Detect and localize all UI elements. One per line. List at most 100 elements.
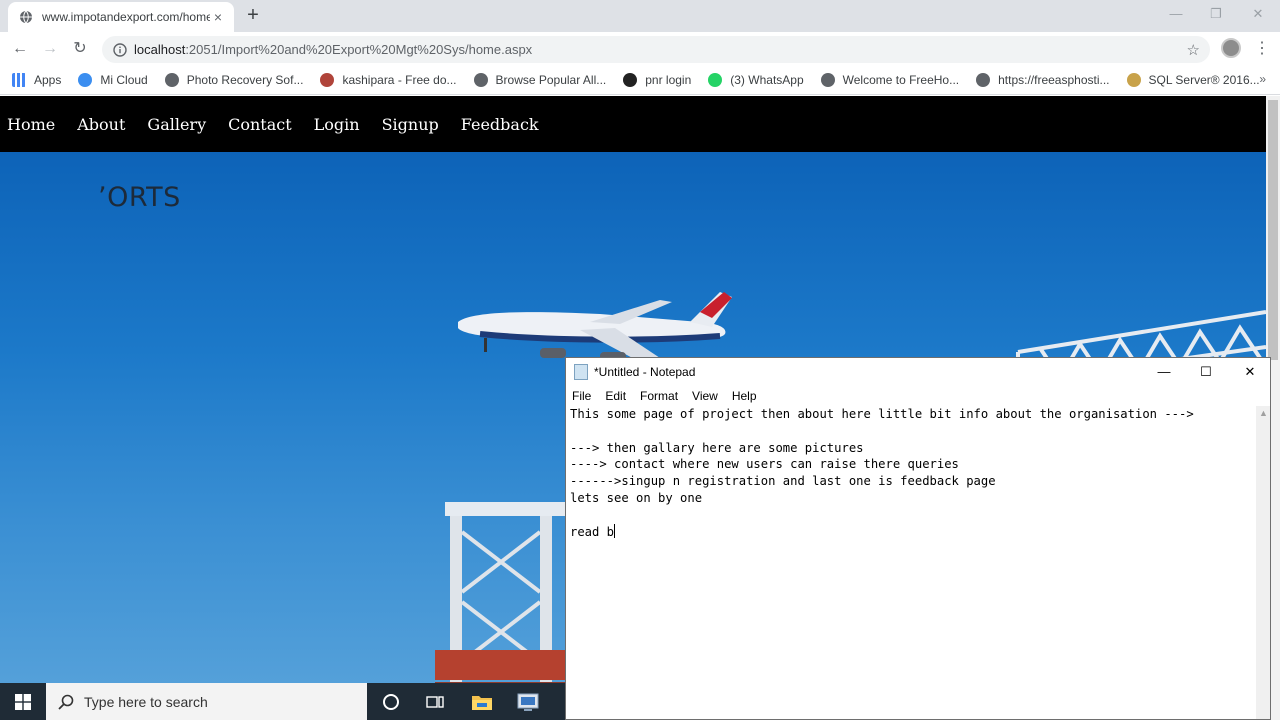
taskbar-search-box[interactable]: Type here to search (46, 683, 367, 720)
globe-icon (473, 73, 488, 87)
bookmark-item[interactable]: Mi Cloud (78, 73, 148, 87)
tab-strip: www.impotandexport.com/home × + — ❐ ✕ (0, 0, 1280, 32)
start-button[interactable] (0, 683, 45, 720)
whatsapp-icon (708, 73, 723, 87)
notepad-text-line: lets see on by one (570, 490, 1256, 507)
bookmark-item[interactable]: Welcome to FreeHo... (820, 73, 960, 87)
tab-title: www.impotandexport.com/home (42, 10, 210, 24)
search-icon (58, 694, 74, 710)
pnr-icon (623, 73, 638, 87)
new-tab-button[interactable]: + (243, 4, 263, 28)
notepad-menu-file[interactable]: File (572, 389, 591, 403)
globe-icon (976, 73, 991, 87)
windows-taskbar: Type here to search (0, 683, 565, 720)
globe-icon (164, 73, 179, 87)
url-host: localhost (134, 42, 186, 57)
notepad-title: *Untitled - Notepad (594, 365, 696, 379)
site-nav-contact[interactable]: Contact (228, 115, 292, 134)
windows-logo-icon (14, 693, 31, 710)
notepad-text-area[interactable]: This some page of project then about her… (570, 406, 1256, 719)
page-scrollbar-thumb[interactable] (1268, 100, 1278, 360)
back-button[interactable]: ← (9, 38, 31, 60)
bookmark-star-icon[interactable]: ☆ (1187, 41, 1200, 59)
notepad-menu-help[interactable]: Help (732, 389, 757, 403)
bookmark-item[interactable]: https://freeasphosti... (976, 73, 1110, 87)
text-caret (614, 523, 616, 538)
bookmark-label: Mi Cloud (100, 73, 148, 87)
bookmark-item[interactable]: (3) WhatsApp (708, 73, 804, 87)
notepad-app-icon (574, 364, 588, 380)
notepad-text-line: ---> then gallary here are some pictures (570, 440, 1256, 457)
scroll-up-arrow-icon[interactable]: ▲ (1259, 408, 1268, 418)
cortana-icon[interactable] (368, 683, 413, 720)
close-window-button[interactable]: ✕ (1238, 4, 1278, 24)
address-bar[interactable]: localhost:2051/Import%20and%20Export%20M… (102, 36, 1210, 63)
bookmark-label: https://freeasphosti... (998, 73, 1110, 87)
bookmark-item[interactable]: Photo Recovery Sof... (164, 73, 304, 87)
apps-grid-icon (12, 73, 26, 87)
site-info-icon[interactable] (112, 42, 128, 58)
bookmark-item[interactable]: SQL Server® 2016... (1126, 73, 1260, 87)
notepad-text-line: read b (570, 523, 1256, 541)
bookmark-label: Photo Recovery Sof... (186, 73, 304, 87)
task-view-icon[interactable] (412, 683, 457, 720)
notepad-text-line: This some page of project then about her… (570, 406, 1256, 423)
bookmark-label: Welcome to FreeHo... (842, 73, 960, 87)
notepad-close-button[interactable]: ✕ (1230, 362, 1270, 382)
notepad-line-text: ------>singup n registration and last on… (570, 474, 996, 489)
url-path: :2051/Import%20and%20Export%20Mgt%20Sys/… (185, 42, 533, 57)
bookmark-item[interactable]: Browse Popular All... (473, 73, 607, 87)
site-nav-gallery[interactable]: Gallery (147, 115, 206, 134)
site-nav-about[interactable]: About (77, 115, 125, 134)
browser-tab-active[interactable]: www.impotandexport.com/home × (8, 2, 234, 32)
notepad-line-text: lets see on by one (570, 490, 703, 505)
bookmark-item[interactable]: Apps (12, 73, 61, 87)
site-navbar: Home About Gallery Contact Login Signup Feedba… (0, 96, 1266, 152)
bookmark-label: SQL Server® 2016... (1148, 73, 1260, 87)
notepad-minimize-button[interactable]: — (1144, 362, 1184, 382)
notepad-window[interactable]: *Untitled - Notepad — ☐ ✕ File Edit Format… (565, 357, 1271, 720)
airplane-image (458, 292, 732, 362)
bookmarks-overflow-icon[interactable]: » (1259, 72, 1266, 86)
hero-heading: ʼORTS (98, 182, 181, 213)
file-explorer-icon[interactable] (459, 683, 504, 720)
browser-toolbar: ← → ↻ localhost:2051/Import%20and%20Expo… (0, 32, 1280, 66)
browser-menu-icon[interactable]: ⋮ (1254, 38, 1270, 58)
site-nav-signup[interactable]: Signup (382, 115, 439, 134)
bookmark-label: Apps (34, 73, 62, 87)
bookmark-item[interactable]: kashipara - Free do... (320, 73, 457, 87)
tab-close-icon[interactable]: × (210, 9, 226, 25)
notepad-scrollbar[interactable]: ▲ (1256, 406, 1270, 719)
kashipara-icon (320, 73, 335, 87)
restore-window-button[interactable]: ❐ (1196, 4, 1236, 24)
site-nav-home[interactable]: Home (7, 115, 55, 134)
notepad-titlebar[interactable]: *Untitled - Notepad — ☐ ✕ (566, 358, 1270, 386)
bookmark-item[interactable]: pnr login (623, 73, 691, 87)
notepad-maximize-button[interactable]: ☐ (1186, 362, 1226, 382)
minimize-window-button[interactable]: — (1156, 4, 1196, 24)
notepad-text-line (570, 423, 1256, 440)
reload-button[interactable]: ↻ (69, 38, 91, 60)
notepad-menu-format[interactable]: Format (640, 389, 678, 403)
globe-icon (18, 9, 34, 25)
visual-studio-icon[interactable] (505, 683, 550, 720)
url-text: localhost:2051/Import%20and%20Export%20M… (134, 42, 532, 57)
notepad-menubar: File Edit Format View Help (566, 386, 1270, 405)
notepad-line-text: ----> contact where new users can raise … (570, 457, 959, 472)
forward-button[interactable]: → (39, 38, 61, 60)
bookmarks-bar: Apps Mi Cloud Photo Recovery Sof... kashipa… (0, 66, 1280, 95)
notepad-line-text: ---> then gallary here are some pictures (570, 440, 864, 455)
site-nav-login[interactable]: Login (314, 115, 360, 134)
bookmark-label: (3) WhatsApp (730, 73, 804, 87)
sql-server-icon (1126, 73, 1141, 87)
notepad-text-line: ------>singup n registration and last on… (570, 473, 1256, 490)
bookmark-label: kashipara - Free do... (342, 73, 457, 87)
site-nav-feedback[interactable]: Feedback (461, 115, 539, 134)
notepad-menu-edit[interactable]: Edit (605, 389, 626, 403)
notepad-text-line: ----> contact where new users can raise … (570, 456, 1256, 473)
notepad-menu-view[interactable]: View (692, 389, 718, 403)
mi-cloud-icon (78, 73, 93, 87)
bookmark-label: Browse Popular All... (495, 73, 607, 87)
profile-avatar[interactable] (1221, 38, 1241, 58)
taskbar-search-placeholder: Type here to search (84, 693, 208, 710)
